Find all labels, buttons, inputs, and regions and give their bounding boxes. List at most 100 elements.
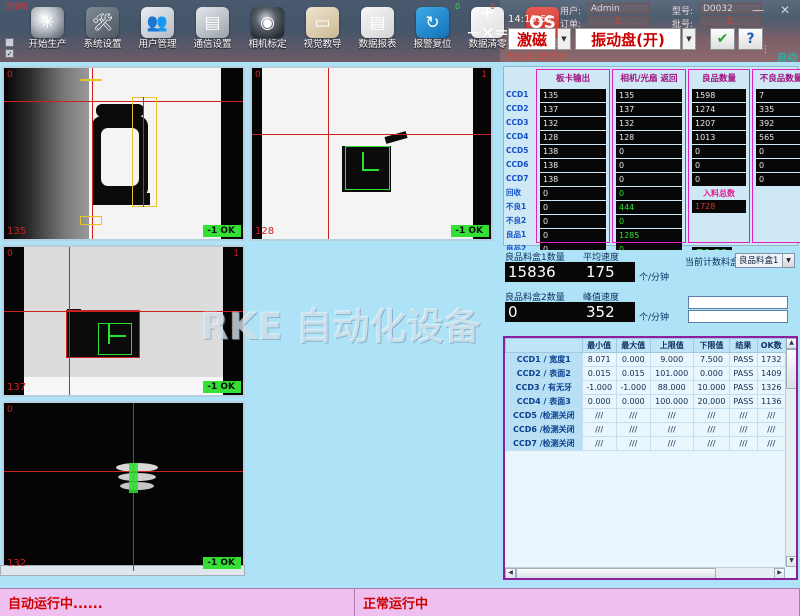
chevron-down-icon[interactable]: ▼ bbox=[782, 254, 794, 267]
counter-cell: 565 bbox=[756, 131, 800, 144]
table-cell-lower: /// bbox=[693, 423, 730, 437]
current-box-value: 良品料盒1 bbox=[739, 254, 778, 268]
table-row[interactable]: CCD1 / 宽度18.0710.0009.0007.500PASS1732 bbox=[506, 353, 786, 367]
top-toolbar: 已授权 ✓ ✳开始生产🛠系统设置👥用户管理▤通信设置◉相机标定▭视觉教导▤数据报… bbox=[0, 0, 800, 62]
camera-3-top-right: 1 bbox=[233, 249, 239, 259]
camera-4-result-badge: -1 OK bbox=[203, 557, 241, 569]
counter-cell: 138 bbox=[540, 159, 606, 172]
table-cell-max: 0.000 bbox=[616, 353, 650, 367]
counter-row-label-9: 不良1 bbox=[506, 200, 534, 213]
scroll-right-icon[interactable]: ▶ bbox=[774, 568, 785, 579]
table-cell-ok: /// bbox=[757, 437, 786, 451]
scroll-down-icon[interactable]: ▼ bbox=[786, 556, 797, 567]
table-header-cell[interactable] bbox=[506, 339, 583, 353]
counter-cell: 0 bbox=[540, 201, 606, 214]
camera-1-bottom-left: 135 bbox=[7, 226, 26, 237]
table-header-cell[interactable]: OK数 bbox=[757, 339, 786, 353]
scroll-left-icon[interactable]: ◀ bbox=[505, 568, 516, 579]
magnet-button[interactable]: 激磁 bbox=[508, 28, 556, 50]
toolbar-button-2[interactable]: 🛠系统设置 bbox=[75, 4, 130, 62]
camera-3-result-badge: -1 OK bbox=[203, 381, 241, 393]
current-box-select[interactable]: 良品料盒1 ▼ bbox=[735, 253, 795, 268]
toolbar-button-5[interactable]: ◉相机标定 bbox=[240, 4, 295, 62]
camera-2-bottom-left: 128 bbox=[255, 226, 274, 237]
table-cell-ok: 1326 bbox=[757, 381, 786, 395]
counter-cell: 335 bbox=[756, 103, 800, 116]
camera-panel-3[interactable]: 0 1 137 -1 OK bbox=[2, 245, 245, 397]
table-row[interactable]: CCD3 / 有无牙-1.000-1.00088.00010.000PASS13… bbox=[506, 381, 786, 395]
camera-1-result-badge: -1 OK bbox=[203, 225, 241, 237]
table-row[interactable]: CCD4 / 表面30.0000.000100.00020.000PASS113… bbox=[506, 395, 786, 409]
camera-panel-2[interactable]: 0 1 128 -1 OK bbox=[250, 66, 493, 241]
toolbar-checkbox-group[interactable]: ✓ bbox=[5, 38, 17, 60]
toolbar-button-label: 用户管理 bbox=[130, 39, 185, 50]
feed-total-value: 1728 bbox=[692, 200, 746, 213]
scroll-up-icon[interactable]: ▲ bbox=[786, 338, 797, 349]
table-row[interactable]: CCD7 /检测关闭////////////////// bbox=[506, 437, 786, 451]
table-row[interactable]: CCD6 /检测关闭////////////////// bbox=[506, 423, 786, 437]
toolbar-button-8[interactable]: ↻报警复位 bbox=[405, 4, 460, 62]
vscroll-thumb[interactable] bbox=[786, 349, 797, 389]
table-cell-ok: 1409 bbox=[757, 367, 786, 381]
toolbar-button-label: 相机标定 bbox=[240, 39, 295, 50]
minimize-button[interactable]: — bbox=[745, 2, 771, 18]
hscroll-thumb[interactable] bbox=[516, 568, 716, 579]
table-cell-name: CCD4 / 表面3 bbox=[506, 395, 583, 409]
counter-cell: 0 bbox=[692, 159, 746, 172]
counter-zero-2: 0 bbox=[490, 2, 495, 11]
table-cell-ok: /// bbox=[757, 423, 786, 437]
checkbox-2[interactable]: ✓ bbox=[5, 49, 14, 58]
help-button[interactable]: ? bbox=[738, 28, 763, 50]
camera-3-bottom-left: 137 bbox=[7, 382, 26, 393]
counter-row-label-3: CCD3 bbox=[506, 116, 534, 129]
toolbar-button-7[interactable]: ▤数据报表 bbox=[350, 4, 405, 62]
table-cell-max: /// bbox=[616, 437, 650, 451]
status-left-text: 自动运行中...... bbox=[0, 589, 355, 616]
toolbar-buttons: ✳开始生产🛠系统设置👥用户管理▤通信设置◉相机标定▭视觉教导▤数据报表↻报警复位… bbox=[20, 4, 570, 62]
result-table-vscrollbar[interactable]: ▲ ▼ bbox=[785, 338, 796, 567]
current-box-label: 当前计数料盒 bbox=[685, 255, 739, 268]
counter-cell: 1274 bbox=[692, 103, 746, 116]
close-button[interactable]: ✕ bbox=[772, 2, 798, 18]
table-header-cell[interactable]: 下限值 bbox=[693, 339, 730, 353]
counter-cell: 0 bbox=[540, 187, 606, 200]
calculator-icon: +−×= bbox=[471, 7, 504, 38]
toolbar-button-label: 开始生产 bbox=[20, 39, 75, 50]
counter-cell: 0 bbox=[616, 173, 682, 186]
table-header-cell[interactable]: 最大值 bbox=[616, 339, 650, 353]
mode-dots-icon: ⋮ bbox=[761, 48, 770, 53]
counter-cell: 135 bbox=[540, 89, 606, 102]
camera-panel-4[interactable]: 0 132 -1 OK bbox=[2, 401, 245, 573]
counter-cell: 137 bbox=[616, 103, 682, 116]
table-header-cell[interactable]: 最小值 bbox=[582, 339, 616, 353]
table-cell-max: -1.000 bbox=[616, 381, 650, 395]
camera-3-top-left: 0 bbox=[7, 249, 13, 259]
toolbar-button-6[interactable]: ▭视觉教导 bbox=[295, 4, 350, 62]
checkbox-1[interactable] bbox=[5, 38, 14, 47]
table-header-cell[interactable]: 上限值 bbox=[650, 339, 693, 353]
toolbar-button-1[interactable]: ✳开始生产 bbox=[20, 4, 75, 62]
camera-panel-1[interactable]: 0 135 -1 OK bbox=[2, 66, 245, 241]
counter-row-label-6: CCD6 bbox=[506, 158, 534, 171]
toolbar-button-label: 报警复位 bbox=[405, 39, 460, 50]
table-row[interactable]: CCD5 /检测关闭////////////////// bbox=[506, 409, 786, 423]
clock-display: 14:19:52 bbox=[508, 14, 553, 25]
table-cell-ok: 1732 bbox=[757, 353, 786, 367]
table-cell-result: PASS bbox=[730, 353, 757, 367]
table-row[interactable]: CCD2 / 表面20.0150.015101.0000.000PASS1409 bbox=[506, 367, 786, 381]
vibrator-button[interactable]: 振动盘(开) bbox=[575, 28, 681, 50]
confirm-button[interactable]: ✔ bbox=[710, 28, 735, 50]
avg-speed-unit: 个/分钟 bbox=[639, 270, 669, 283]
table-cell-upper: 88.000 bbox=[650, 381, 693, 395]
magnet-dropdown-icon[interactable]: ▼ bbox=[557, 28, 571, 50]
table-cell-name: CCD7 /检测关闭 bbox=[506, 437, 583, 451]
reset-icon: ↻ bbox=[416, 7, 449, 38]
blank-input-2[interactable] bbox=[688, 310, 788, 323]
result-table-hscrollbar[interactable]: ◀ ▶ bbox=[505, 567, 785, 578]
table-cell-result: /// bbox=[730, 409, 757, 423]
table-header-cell[interactable]: 结果 bbox=[730, 339, 757, 353]
vibrator-dropdown-icon[interactable]: ▼ bbox=[682, 28, 696, 50]
blank-input-1[interactable] bbox=[688, 296, 788, 309]
toolbar-button-4[interactable]: ▤通信设置 bbox=[185, 4, 240, 62]
toolbar-button-3[interactable]: 👥用户管理 bbox=[130, 4, 185, 62]
